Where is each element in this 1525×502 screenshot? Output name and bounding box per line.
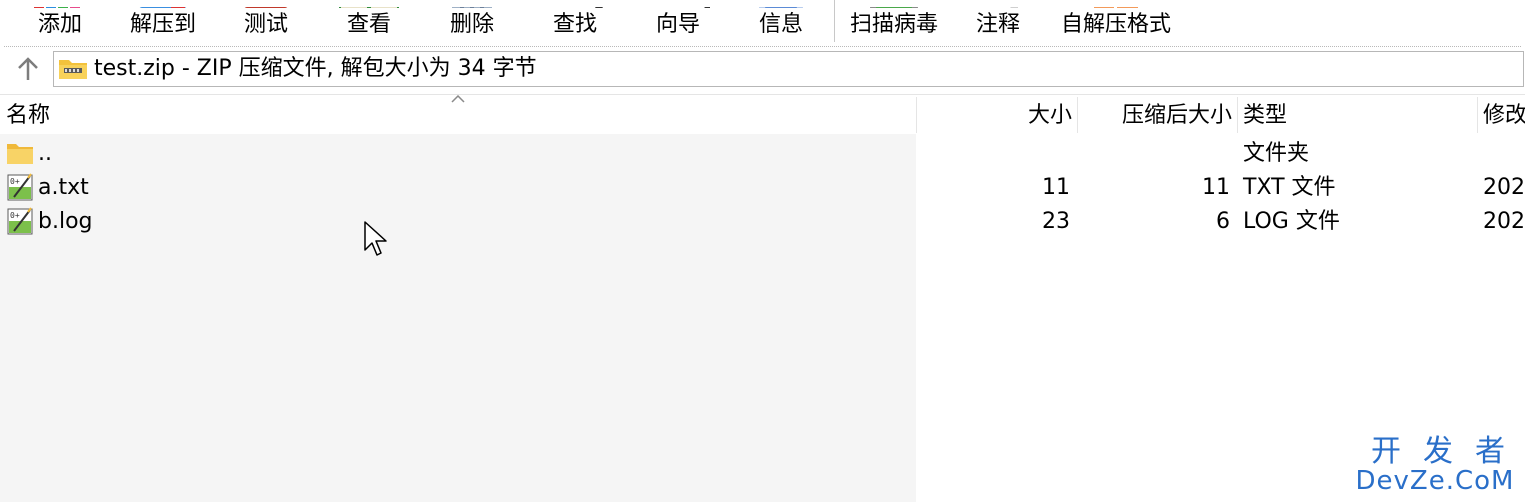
test-button-label: 测试 — [243, 12, 288, 37]
comment-icon — [966, 0, 1030, 8]
sfx-icon — [1084, 0, 1148, 8]
address-bar-row: test.zip - ZIP 压缩文件, 解包大小为 34 字节 — [0, 44, 1525, 94]
column-divider[interactable] — [1237, 97, 1238, 133]
row-name: a.txt — [38, 175, 89, 200]
watermark-bottom: DevZe.CoM — [1355, 466, 1515, 496]
column-divider[interactable] — [1477, 97, 1478, 133]
watermark-top: 开发者 — [1371, 434, 1525, 469]
table-row-parent[interactable]: .. 文件夹 — [0, 136, 1525, 170]
column-header-size[interactable]: 大小 — [920, 95, 1072, 135]
scan-virus-button[interactable]: 扫描病毒 — [842, 0, 946, 44]
toolbar-separator-highlight — [836, 0, 837, 42]
extract-to-icon — [131, 0, 195, 8]
up-folder-button[interactable] — [10, 54, 46, 84]
info-button-label: 信息 — [758, 12, 803, 37]
sfx-button[interactable]: 自解压格式 — [1052, 0, 1180, 44]
extract-to-button[interactable]: 解压到 — [118, 0, 208, 44]
add-button-label: 添加 — [37, 12, 82, 37]
text-file-icon: 0+ — [7, 173, 33, 201]
row-name: b.log — [38, 209, 93, 234]
test-button[interactable]: 测试 — [230, 0, 302, 44]
column-header-type[interactable]: 类型 — [1243, 95, 1287, 135]
arrow-up-icon — [18, 57, 38, 80]
row-size: 23 — [1042, 209, 1070, 234]
info-button[interactable]: 信息 — [745, 0, 817, 44]
comment-button-label: 注释 — [975, 12, 1020, 37]
table-row-b-log[interactable]: 0+ b.log 23 6 LOG 文件 202 — [0, 204, 1525, 238]
comment-button[interactable]: 注释 — [962, 0, 1034, 44]
add-icon — [28, 0, 92, 8]
delete-button-label: 删除 — [449, 12, 494, 37]
row-packed-size: 6 — [1216, 209, 1230, 234]
watermark: 开发者 DevZe.CoM — [1355, 434, 1525, 497]
column-divider[interactable] — [916, 97, 917, 133]
file-list-header: 名称 大小 压缩后大小 类型 修改 — [0, 94, 1525, 135]
table-row-a-txt[interactable]: 0+ a.txt 11 11 TXT 文件 202 — [0, 170, 1525, 204]
row-packed-size: 11 — [1202, 175, 1230, 200]
row-type: TXT 文件 — [1243, 175, 1336, 200]
folder-icon — [7, 144, 33, 164]
column-header-name[interactable]: 名称 — [6, 95, 50, 135]
toolbar-separator — [834, 0, 835, 42]
zip-folder-icon — [59, 60, 87, 79]
row-size: 11 — [1042, 175, 1070, 200]
address-field[interactable]: test.zip - ZIP 压缩文件, 解包大小为 34 字节 — [53, 51, 1524, 87]
row-modified: 202 — [1483, 209, 1525, 234]
row-packed-size — [1080, 136, 1230, 170]
delete-button[interactable]: 删除 — [436, 0, 508, 44]
column-header-packed-size[interactable]: 压缩后大小 — [1080, 95, 1232, 135]
scan-virus-button-label: 扫描病毒 — [849, 12, 938, 37]
add-button[interactable]: 添加 — [24, 0, 96, 44]
row-type: LOG 文件 — [1243, 209, 1340, 234]
wizard-button[interactable]: 向导 — [642, 0, 714, 44]
scan-virus-icon — [862, 0, 926, 8]
toolbar: 添加 解压到 测试 查看 删除 查找 向导 信息 扫描病毒 注释 自解压格式 — [0, 0, 1525, 44]
text-file-icon: 0+ — [7, 207, 33, 235]
wizard-icon — [646, 0, 710, 8]
sfx-button-label: 自解压格式 — [1060, 12, 1171, 37]
view-button-label: 查看 — [346, 12, 391, 37]
find-icon — [543, 0, 607, 8]
find-button[interactable]: 查找 — [539, 0, 611, 44]
column-header-modified[interactable]: 修改 — [1483, 95, 1525, 135]
row-name: .. — [38, 141, 52, 166]
row-size — [920, 136, 1070, 170]
view-icon — [337, 0, 401, 8]
wizard-button-label: 向导 — [655, 12, 700, 37]
extract-to-button-label: 解压到 — [129, 12, 196, 37]
delete-icon — [440, 0, 504, 8]
mouse-cursor-icon — [364, 221, 387, 256]
view-button[interactable]: 查看 — [333, 0, 405, 44]
column-divider[interactable] — [1077, 97, 1078, 133]
row-modified: 202 — [1483, 175, 1525, 200]
find-button-label: 查找 — [552, 12, 597, 37]
info-icon — [749, 0, 813, 8]
toolbar-divider — [4, 46, 1521, 47]
sort-ascending-icon — [451, 95, 465, 103]
svg-text:0+: 0+ — [10, 211, 20, 220]
test-icon — [234, 0, 298, 8]
svg-text:0+: 0+ — [10, 177, 20, 186]
address-path: test.zip - ZIP 压缩文件, 解包大小为 34 字节 — [94, 56, 537, 81]
row-type: 文件夹 — [1243, 141, 1310, 166]
